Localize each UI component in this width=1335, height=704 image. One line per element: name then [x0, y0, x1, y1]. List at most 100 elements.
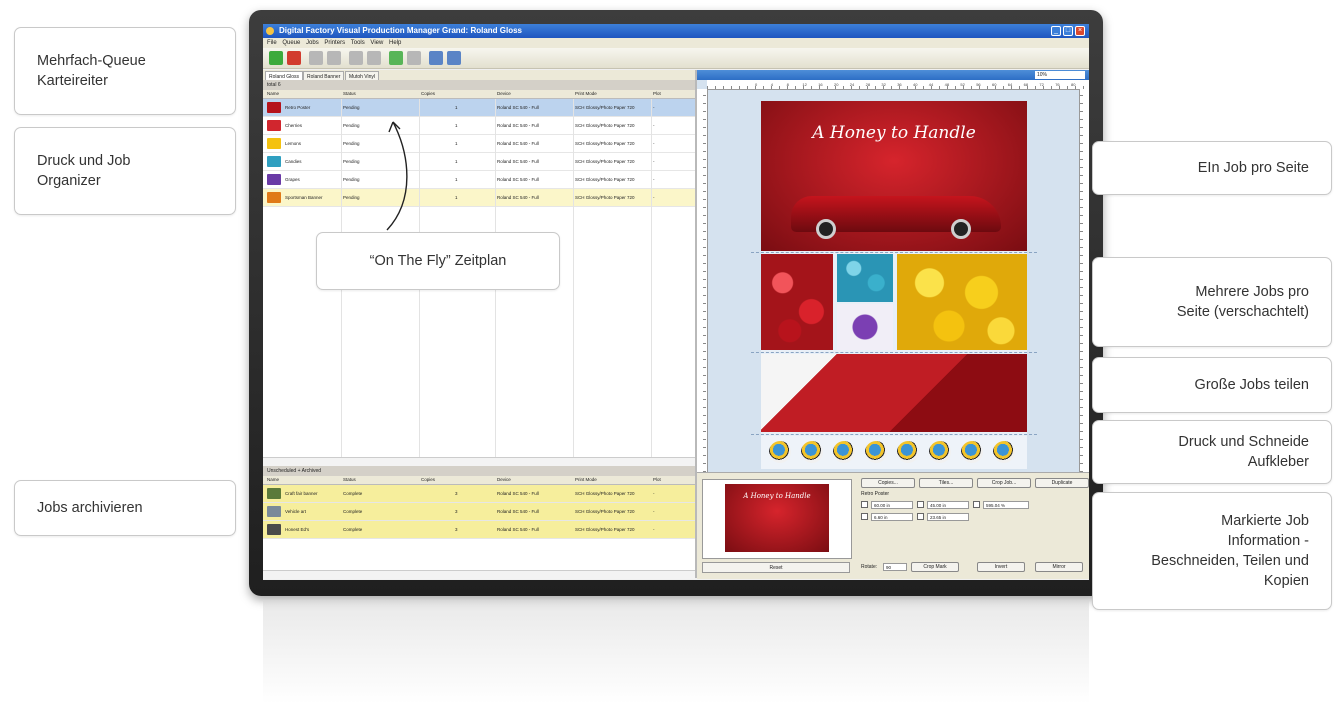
job-candies[interactable] — [837, 254, 893, 302]
archive-horizontal-scrollbar[interactable] — [263, 570, 695, 579]
window-title: Digital Factory Visual Production Manage… — [279, 26, 523, 35]
queue-tabs: Roland Gloss Roland Banner Mutoh Vinyl — [263, 70, 695, 81]
table-row[interactable]: Cherries Pending 1 Roland SC 540 - Full … — [263, 117, 695, 135]
col-print-mode[interactable]: Print Mode — [575, 90, 597, 98]
menu-view[interactable]: View — [370, 38, 383, 48]
ruler-right — [1079, 89, 1089, 472]
table-row[interactable]: Candies Pending 1 Roland SC 540 - Full S… — [263, 153, 695, 171]
col-plot[interactable]: Plot — [653, 90, 661, 98]
callout-job-information: Markierte Job Information - Beschneiden,… — [1092, 492, 1332, 610]
copies-button[interactable]: Copies... — [861, 478, 915, 488]
job-thumbnail — [267, 138, 281, 149]
menu-jobs[interactable]: Jobs — [306, 38, 319, 48]
col-copies[interactable]: Copies — [421, 476, 435, 484]
job-grapes[interactable] — [837, 304, 893, 350]
callout-text: Markierte Job Information - Beschneiden,… — [1151, 513, 1309, 589]
col-print-mode[interactable]: Print Mode — [575, 476, 597, 484]
job-print-mode: SCH Glossy/Photo Paper 720 — [575, 123, 635, 128]
ruler-tick-label: 36 — [897, 82, 902, 87]
job-copies: 1 — [455, 123, 458, 128]
col-name[interactable]: Name — [267, 90, 279, 98]
mirror-button[interactable]: Mirror — [1035, 562, 1083, 572]
menu-file[interactable]: File — [267, 38, 277, 48]
job-device: Roland SC 540 - Full — [497, 491, 539, 496]
queue-horizontal-scrollbar[interactable] — [263, 457, 695, 466]
callout-text: Mehrfach-Queue Karteireiter — [37, 53, 146, 89]
menu-printers[interactable]: Printers — [324, 38, 345, 48]
page-divider — [751, 252, 1037, 253]
media-page: A Honey to Handle — [751, 101, 1037, 469]
ruler-tick-label: 28 — [865, 82, 871, 87]
start-print-icon[interactable] — [389, 51, 403, 65]
menu-queue[interactable]: Queue — [282, 38, 300, 48]
job-retro-poster[interactable]: A Honey to Handle — [761, 101, 1027, 251]
maximize-icon[interactable]: □ — [1063, 26, 1073, 36]
job-cherries[interactable] — [761, 254, 833, 350]
job-vehicle-interior[interactable] — [761, 354, 1027, 432]
app-window: Digital Factory Visual Production Manage… — [263, 24, 1089, 580]
ruler-tick-label: 48 — [944, 82, 950, 87]
col-name[interactable]: Name — [267, 476, 279, 484]
x-position-field[interactable]: 6.60 in — [871, 513, 913, 521]
job-thumbnail — [267, 156, 281, 167]
grid-line — [651, 99, 652, 457]
callout-multi-queue-tabs: Mehrfach-Queue Karteireiter — [14, 27, 236, 115]
col-device[interactable]: Device — [497, 90, 511, 98]
job-copies: 3 — [455, 491, 458, 496]
job-lemons[interactable] — [897, 254, 1027, 350]
menu-help[interactable]: Help — [389, 38, 401, 48]
duplicate-button[interactable]: Duplicate — [1035, 478, 1089, 488]
move-down-icon[interactable] — [309, 51, 323, 65]
crop-job-button[interactable]: Crop Job... — [977, 478, 1031, 488]
callout-archive-jobs: Jobs archivieren — [14, 480, 236, 536]
table-row[interactable]: Craft fair banner Complete 3 Roland SC 5… — [263, 485, 695, 503]
table-row[interactable]: Honest Ed's Complete 3 Roland SC 540 - F… — [263, 521, 695, 539]
job-print-mode: SCH Glossy/Photo Paper 720 — [575, 195, 635, 200]
close-icon[interactable]: × — [1075, 26, 1085, 36]
job-status: Complete — [343, 491, 363, 496]
stop-print-icon[interactable] — [407, 51, 421, 65]
ruler-top: 0 4 8 12 16 20 24 28 32 36 40 44 48 52 56 60 64 68 72 76 80 — [707, 80, 1089, 90]
job-name: Honest Ed's — [285, 527, 310, 532]
table-row[interactable]: Vehicle art Complete 3 Roland SC 540 - F… — [263, 503, 695, 521]
edit-icon[interactable] — [349, 51, 363, 65]
crop-mark-button[interactable]: Crop Mark — [911, 562, 959, 572]
scale-field[interactable]: 595.04 % — [983, 501, 1029, 509]
col-device[interactable]: Device — [497, 476, 511, 484]
height-field[interactable]: 45.00 in — [927, 501, 969, 509]
reset-button[interactable]: Reset — [702, 562, 850, 573]
callout-on-the-fly-schedule: “On The Fly” Zeitplan — [316, 232, 560, 290]
col-copies[interactable]: Copies — [421, 90, 435, 98]
layout-icon[interactable] — [447, 51, 461, 65]
col-status[interactable]: Status — [343, 90, 356, 98]
move-up-icon[interactable] — [327, 51, 341, 65]
add-job-icon[interactable] — [269, 51, 283, 65]
job-name: Lemons — [285, 141, 302, 146]
delete-job-icon[interactable] — [287, 51, 301, 65]
sticker-icon — [801, 441, 823, 463]
menu-tools[interactable]: Tools — [351, 38, 365, 48]
job-stickers[interactable] — [761, 436, 1027, 469]
ruler-tick-label: 16 — [818, 82, 823, 87]
job-copies: 3 — [455, 509, 458, 514]
y-position-field[interactable]: 23.65 in — [927, 513, 969, 521]
invert-button[interactable]: Invert — [977, 562, 1025, 572]
job-device: Roland SC 540 - Full — [497, 177, 539, 182]
minimize-icon[interactable]: _ — [1051, 26, 1061, 36]
rotate-select[interactable]: 90 — [883, 563, 907, 571]
tiles-button[interactable]: Tiles... — [919, 478, 973, 488]
print-icon[interactable] — [367, 51, 381, 65]
job-thumbnail — [267, 488, 281, 499]
copy-icon[interactable] — [429, 51, 443, 65]
zoom-select[interactable]: 10% — [1035, 71, 1085, 79]
table-row[interactable]: Lemons Pending 1 Roland SC 540 - Full SC… — [263, 135, 695, 153]
table-row[interactable]: Sportsman Banner Pending 1 Roland SC 540… — [263, 189, 695, 207]
col-status[interactable]: Status — [343, 476, 356, 484]
page-divider — [751, 352, 1037, 353]
table-row[interactable]: Grapes Pending 1 Roland SC 540 - Full SC… — [263, 171, 695, 189]
table-row[interactable]: Retro Poster Pending 1 Roland SC 540 - F… — [263, 99, 695, 117]
ruler-tick-label: 76 — [1055, 82, 1060, 87]
width-field[interactable]: 60.00 in — [871, 501, 913, 509]
job-device: Roland SC 540 - Full — [497, 123, 539, 128]
col-plot[interactable]: Plot — [653, 476, 661, 484]
